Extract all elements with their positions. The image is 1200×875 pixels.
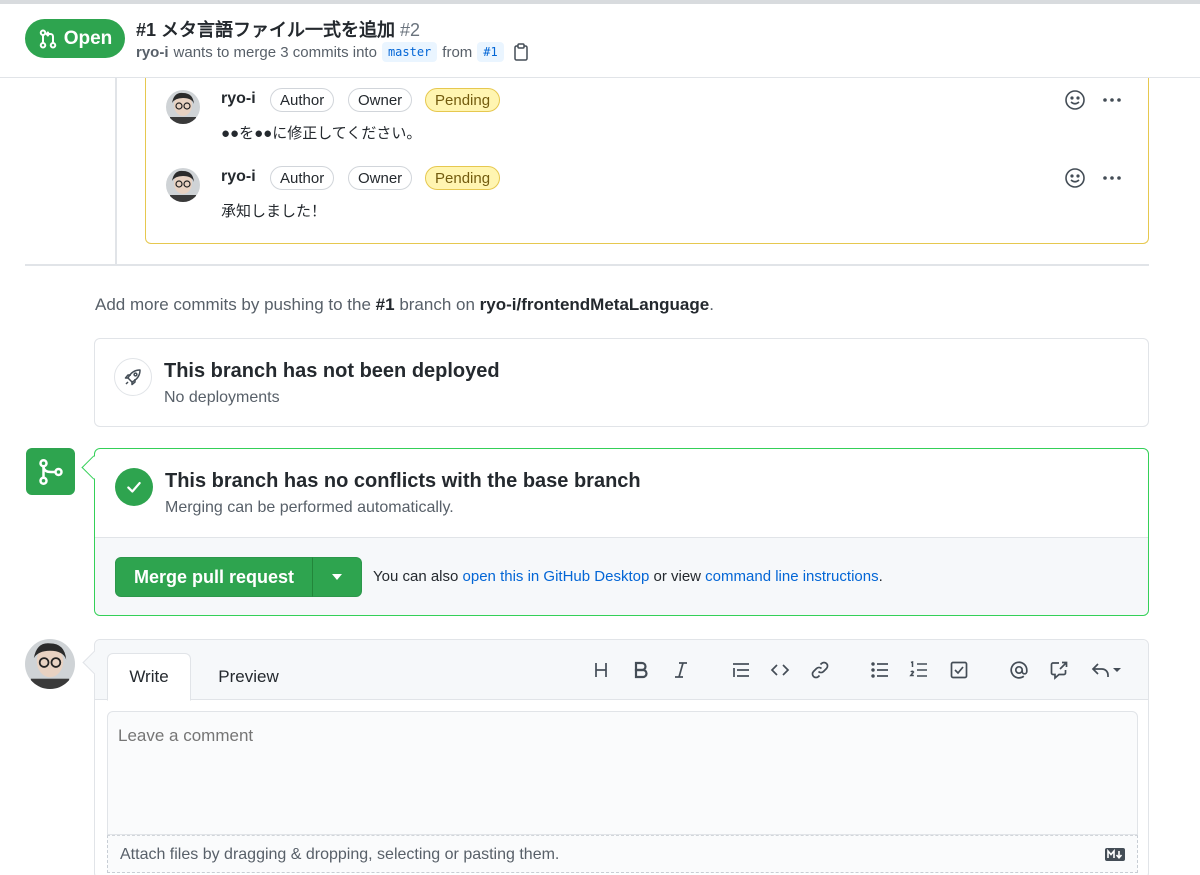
review-comment: ryo-i Author Owner Pending ●●を●●に修正してくださ…: [146, 86, 1148, 156]
merge-hint-suffix: .: [878, 568, 883, 585]
pr-meta-from: from: [442, 43, 473, 61]
cross-reference-icon[interactable]: [1047, 658, 1071, 682]
kebab-horizontal-icon[interactable]: [1101, 90, 1123, 110]
author-label: Author: [270, 88, 335, 112]
merge-subtitle: Merging can be performed automatically.: [165, 499, 454, 516]
clipboard-icon[interactable]: [513, 43, 529, 61]
avatar-image: [25, 639, 75, 689]
deployment-status: This branch has not been deployed No dep…: [94, 338, 1149, 427]
open-in-desktop-link[interactable]: open this in GitHub Desktop: [463, 568, 650, 585]
push-hint-suffix: .: [709, 295, 714, 314]
kebab-horizontal-icon[interactable]: [1101, 168, 1123, 188]
head-branch[interactable]: #1: [477, 42, 504, 62]
attach-files-bar[interactable]: Attach files by dragging & dropping, sel…: [107, 835, 1138, 873]
push-hint-prefix: Add more commits by pushing to the: [95, 295, 371, 314]
owner-label: Owner: [348, 88, 413, 112]
pending-label: Pending: [425, 88, 501, 112]
deploy-title: This branch has not been deployed: [164, 360, 500, 382]
ordered-list-icon[interactable]: [907, 658, 931, 682]
check-icon: [115, 468, 153, 506]
push-hint-branch: #1: [375, 295, 395, 314]
saved-replies-icon[interactable]: [1087, 658, 1125, 682]
link-icon[interactable]: [808, 658, 832, 682]
pr-meta: ryo-i wants to merge 3 commits into mast…: [136, 42, 529, 62]
bold-icon[interactable]: [629, 658, 653, 682]
rocket-icon: [114, 358, 152, 396]
git-merge-icon: [26, 448, 75, 495]
task-list-icon[interactable]: [947, 658, 971, 682]
owner-label: Owner: [348, 166, 413, 190]
timeline-divider: [25, 264, 1149, 266]
mention-icon[interactable]: [1007, 658, 1031, 682]
pr-sticky-header: Open #1 メタ言語ファイル一式を追加 #2 ryo-i wants to …: [0, 4, 1200, 78]
author-label: Author: [270, 166, 335, 190]
comment-author[interactable]: ryo-i: [221, 168, 256, 186]
merge-method-dropdown[interactable]: [312, 557, 362, 597]
merge-box: This branch has no conflicts with the ba…: [94, 448, 1149, 616]
pr-number: #2: [400, 20, 421, 40]
pr-state-badge: Open: [25, 19, 125, 58]
tab-write[interactable]: Write: [107, 653, 191, 701]
quote-icon[interactable]: [729, 658, 753, 682]
pr-title-text: #1 メタ言語ファイル一式を追加: [136, 20, 396, 40]
heading-icon[interactable]: [589, 658, 613, 682]
merge-title: This branch has no conflicts with the ba…: [165, 470, 641, 492]
pr-meta-author[interactable]: ryo-i: [136, 44, 169, 61]
new-comment-form: Write Preview Leave a comment Attach fil…: [94, 639, 1149, 875]
merge-hint-middle: or view: [653, 568, 701, 585]
comment-body: 承知しました！: [221, 203, 327, 220]
avatar-image: [166, 168, 200, 202]
push-hint-middle: branch on: [399, 295, 475, 314]
markdown-icon[interactable]: [1105, 848, 1125, 861]
smiley-icon[interactable]: [1064, 89, 1086, 111]
comment-textarea[interactable]: [107, 711, 1138, 835]
review-thread: ryo-i Author Owner Pending ●●を●●に修正してくださ…: [145, 78, 1149, 244]
avatar[interactable]: [166, 168, 200, 202]
current-user-avatar[interactable]: [25, 639, 75, 689]
merge-status: This branch has no conflicts with the ba…: [95, 449, 1148, 538]
push-hint: Add more commits by pushing to the #1 br…: [95, 295, 714, 315]
pending-label: Pending: [425, 166, 501, 190]
deploy-subtitle: No deployments: [164, 389, 280, 406]
pr-title: #1 メタ言語ファイル一式を追加 #2: [136, 16, 420, 42]
merge-hint: You can also open this in GitHub Desktop…: [373, 568, 883, 585]
smiley-icon[interactable]: [1064, 167, 1086, 189]
pr-state-label: Open: [63, 27, 113, 49]
command-line-instructions-link[interactable]: command line instructions: [705, 568, 878, 585]
tab-preview[interactable]: Preview: [201, 653, 296, 701]
italic-icon[interactable]: [669, 658, 693, 682]
push-hint-repo: ryo-i/frontendMetaLanguage: [479, 295, 710, 314]
code-icon[interactable]: [768, 658, 792, 682]
timeline-line: [115, 78, 117, 264]
unordered-list-icon[interactable]: [868, 658, 892, 682]
merge-hint-prefix: You can also: [373, 568, 459, 585]
review-comment: ryo-i Author Owner Pending 承知しました！: [146, 164, 1148, 234]
avatar-image: [166, 90, 200, 124]
merge-pull-request-button[interactable]: Merge pull request: [115, 557, 313, 597]
avatar[interactable]: [166, 90, 200, 124]
pr-meta-text: wants to merge 3 commits into: [173, 43, 377, 61]
comment-toolbar: Write Preview: [95, 640, 1148, 701]
attach-text: Attach files by dragging & dropping, sel…: [120, 846, 560, 863]
merge-actions: Merge pull request You can also open thi…: [95, 538, 1148, 615]
triangle-down-icon: [332, 574, 342, 580]
pull-request-icon: [39, 29, 56, 48]
base-branch[interactable]: master: [381, 42, 438, 62]
comment-author[interactable]: ryo-i: [221, 90, 256, 108]
comment-body: ●●を●●に修正してください。: [221, 125, 422, 142]
